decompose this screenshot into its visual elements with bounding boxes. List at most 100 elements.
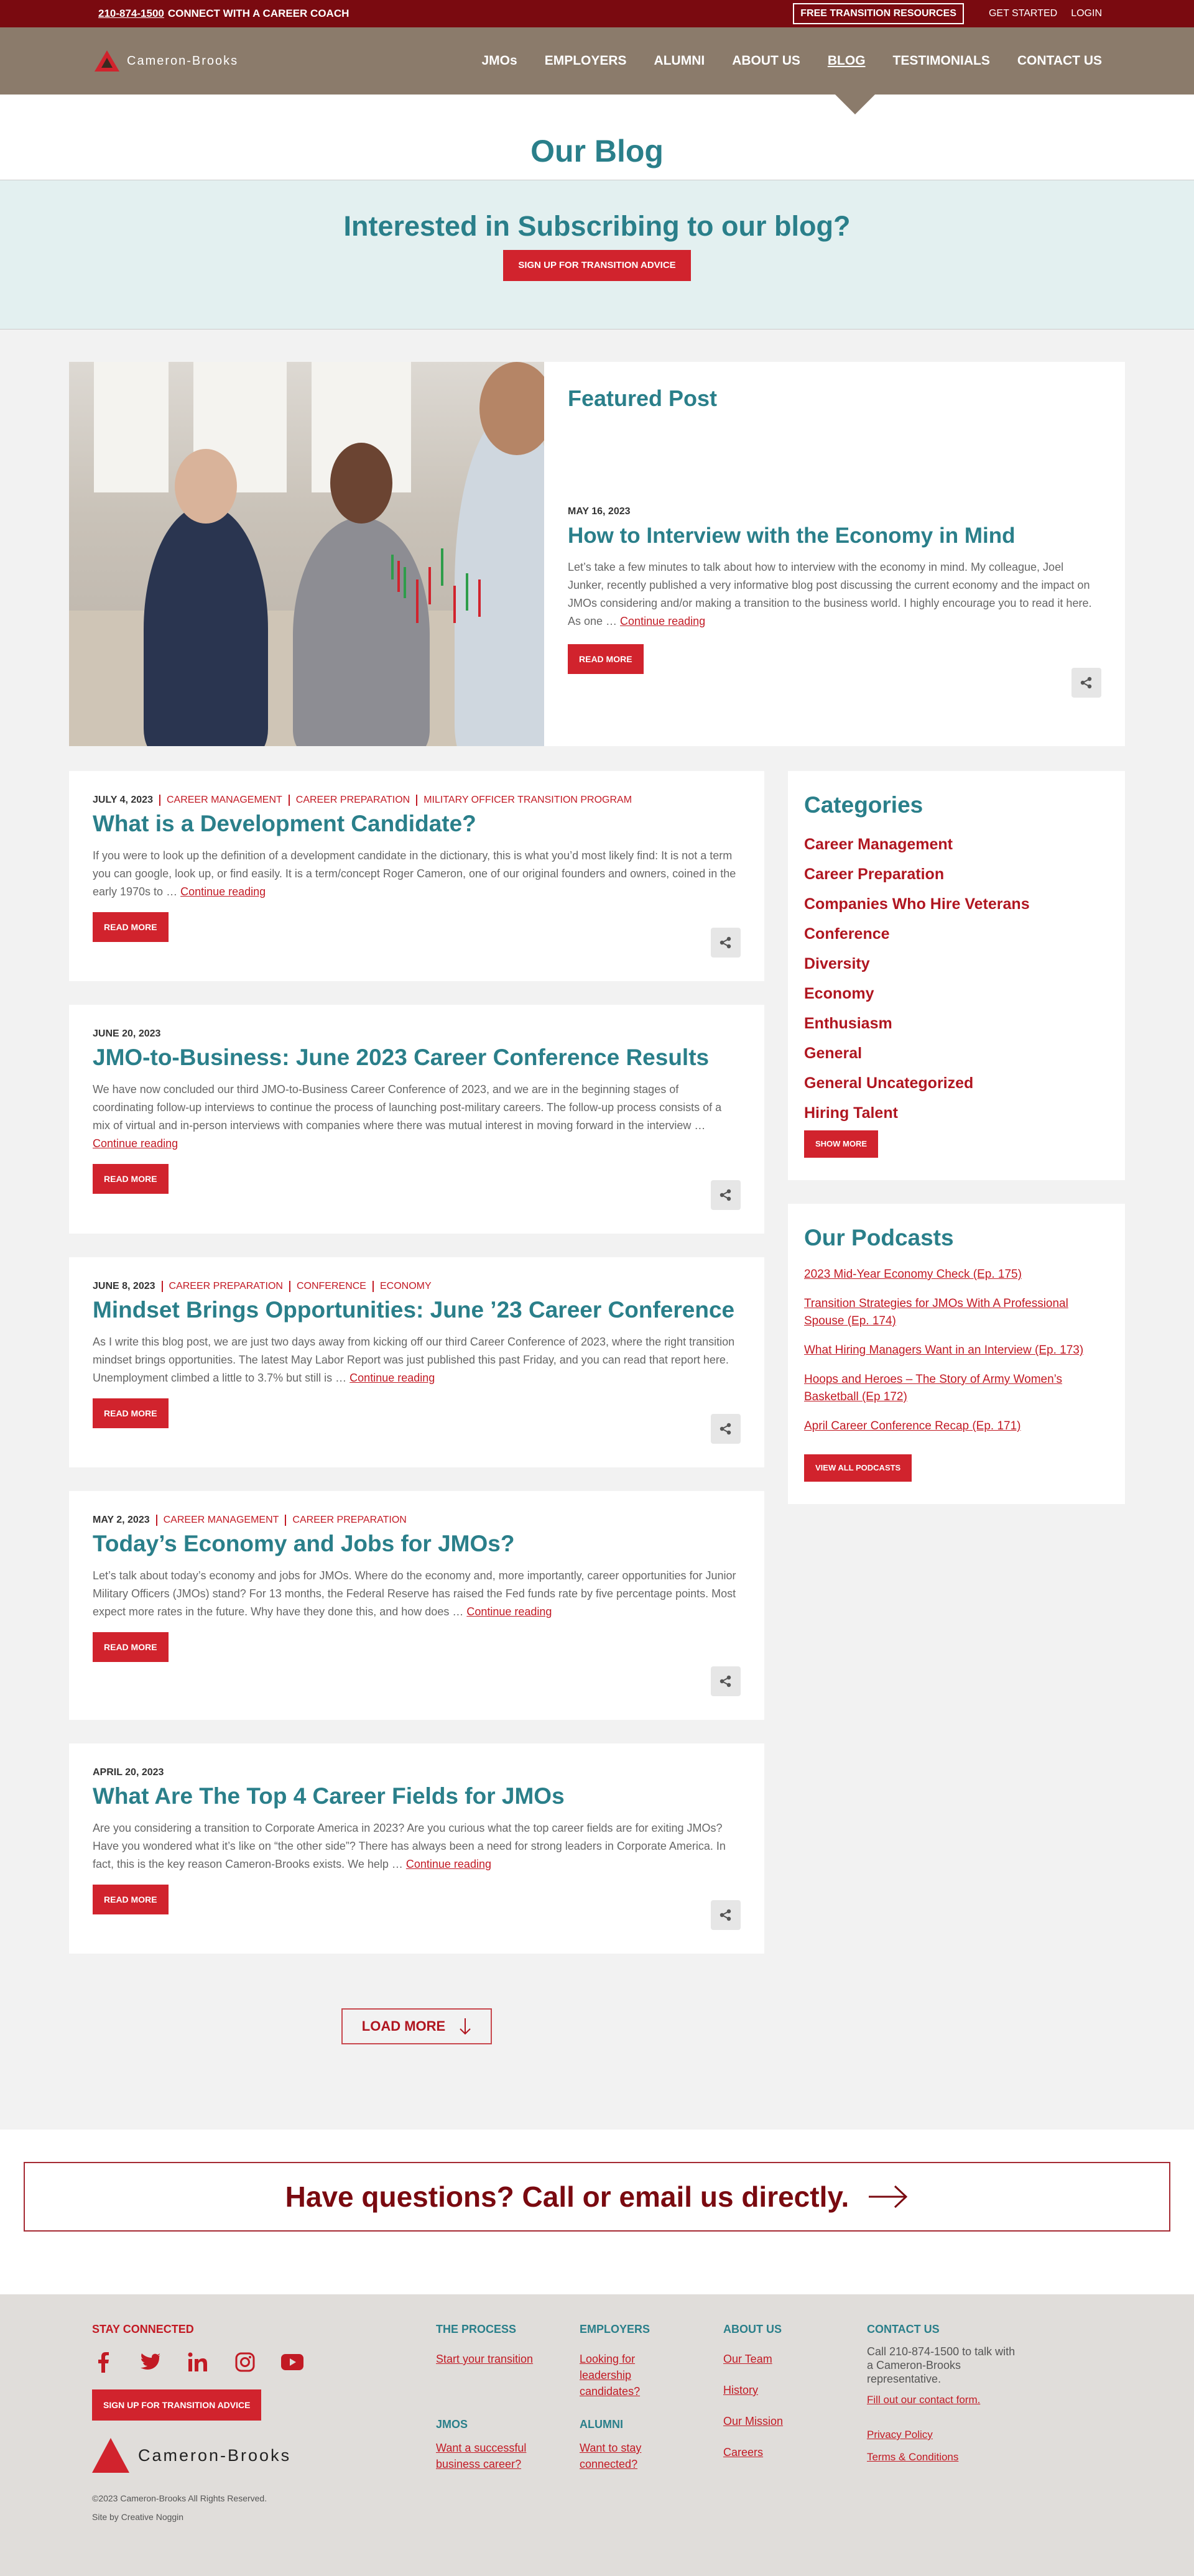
arrow-down-icon [460, 2018, 471, 2035]
our-mission-link[interactable]: Our Mission [723, 2413, 817, 2429]
read-more-button[interactable]: READ MORE [93, 1164, 169, 1194]
category-link[interactable]: Enthusiasm [804, 1009, 1109, 1038]
featured-read-more-button[interactable]: READ MORE [568, 644, 644, 674]
category-link[interactable]: Conference [804, 919, 1109, 949]
read-more-button[interactable]: READ MORE [93, 1885, 169, 1914]
post-continue-link[interactable]: Continue reading [180, 885, 266, 898]
footer-signup-button[interactable]: SIGN UP FOR TRANSITION ADVICE [92, 2389, 262, 2421]
alumni-link[interactable]: Want to stay connected? [580, 2440, 673, 2472]
login-link[interactable]: LOGIN [1071, 8, 1102, 19]
post-continue-link[interactable]: Continue reading [93, 1137, 178, 1150]
post-title[interactable]: Today’s Economy and Jobs for JMOs? [93, 1531, 741, 1557]
facebook-icon[interactable] [92, 2351, 114, 2373]
share-icon [720, 1189, 731, 1201]
post-category-link[interactable]: CAREER MANAGEMENT [159, 795, 282, 806]
post-title[interactable]: Mindset Brings Opportunities: June ’23 C… [93, 1297, 741, 1323]
footer-logo[interactable]: Cameron-Brooks [92, 2438, 353, 2473]
post-title[interactable]: What is a Development Candidate? [93, 811, 741, 837]
share-button[interactable] [711, 1180, 741, 1210]
coach-text[interactable]: CONNECT WITH A CAREER COACH [168, 7, 349, 20]
nav-item-alumni[interactable]: ALUMNI [654, 53, 705, 68]
share-button[interactable] [711, 1900, 741, 1930]
post-category-link[interactable]: CONFERENCE [289, 1281, 366, 1292]
post-category-link[interactable]: CAREER MANAGEMENT [155, 1515, 279, 1526]
post-meta: JUNE 8, 2023 CAREER PREPARATION CONFEREN… [93, 1281, 741, 1292]
post-title[interactable]: What Are The Top 4 Career Fields for JMO… [93, 1783, 741, 1809]
post-excerpt: Are you considering a transition to Corp… [93, 1819, 741, 1873]
site-logo[interactable]: Cameron-Brooks [95, 50, 238, 72]
social-icons [92, 2351, 353, 2373]
post-meta: JUNE 20, 2023 [93, 1028, 741, 1040]
subscribe-button[interactable]: SIGN UP FOR TRANSITION ADVICE [503, 250, 691, 281]
nav-item-about-us[interactable]: ABOUT US [732, 53, 800, 68]
podcast-link[interactable]: What Hiring Managers Want in an Intervie… [804, 1342, 1109, 1359]
podcast-link[interactable]: April Career Conference Recap (Ep. 171) [804, 1418, 1109, 1435]
footer-connect-column: STAY CONNECTED SIGN UP FOR TRANSITION AD… [92, 2323, 353, 2526]
post-continue-link[interactable]: Continue reading [406, 1858, 491, 1870]
category-link[interactable]: Economy [804, 979, 1109, 1009]
read-more-button[interactable]: READ MORE [93, 1398, 169, 1428]
share-button[interactable] [711, 1666, 741, 1696]
twitter-icon[interactable] [139, 2351, 162, 2373]
category-link[interactable]: Career Management [804, 829, 1109, 859]
post-continue-link[interactable]: Continue reading [466, 1605, 552, 1618]
category-link[interactable]: Companies Who Hire Veterans [804, 889, 1109, 919]
contact-cta-box[interactable]: Have questions? Call or email us directl… [24, 2162, 1170, 2232]
post-category-link[interactable]: CAREER PREPARATION [285, 1515, 407, 1526]
photo-chart-overlay [391, 548, 481, 623]
contact-form-link[interactable]: Fill out our contact form. [867, 2392, 1016, 2408]
category-link[interactable]: Diversity [804, 949, 1109, 979]
load-more-button[interactable]: LOAD MORE [341, 2008, 492, 2044]
post-continue-link[interactable]: Continue reading [349, 1372, 435, 1384]
phone-link[interactable]: 210-874-1500 [98, 7, 164, 20]
category-link[interactable]: Hiring Talent [804, 1098, 1109, 1128]
post-category-link[interactable]: CAREER PREPARATION [161, 1281, 283, 1292]
our-team-link[interactable]: Our Team [723, 2351, 817, 2367]
nav-item-employers[interactable]: EMPLOYERS [545, 53, 627, 68]
nav-item-testimonials[interactable]: TESTIMONIALS [893, 53, 990, 68]
youtube-icon[interactable] [281, 2351, 303, 2373]
post-excerpt-text: Let’s talk about today’s economy and job… [93, 1569, 736, 1618]
share-button[interactable] [711, 1414, 741, 1444]
post-list: JULY 4, 2023 CAREER MANAGEMENT CAREER PR… [69, 771, 764, 1977]
featured-post-content: Featured Post MAY 16, 2023 How to Interv… [544, 362, 1125, 746]
read-more-button[interactable]: READ MORE [93, 1632, 169, 1662]
nav-item-contact-us[interactable]: CONTACT US [1017, 53, 1102, 68]
careers-link[interactable]: Careers [723, 2444, 817, 2460]
post-category-link[interactable]: ECONOMY [372, 1281, 432, 1292]
jmos-link[interactable]: Want a successful business career? [436, 2440, 560, 2472]
category-link[interactable]: General [804, 1038, 1109, 1068]
load-more-label: LOAD MORE [361, 2018, 446, 2034]
featured-share-button[interactable] [1071, 668, 1101, 698]
nav-item-jmos[interactable]: JMOs [482, 53, 517, 68]
history-link[interactable]: History [723, 2382, 817, 2398]
featured-title[interactable]: How to Interview with the Economy in Min… [568, 524, 1101, 548]
post-title[interactable]: JMO-to-Business: June 2023 Career Confer… [93, 1045, 741, 1071]
post-date: JUNE 20, 2023 [93, 1028, 161, 1039]
category-link[interactable]: Career Preparation [804, 859, 1109, 889]
share-button[interactable] [711, 928, 741, 958]
podcast-link[interactable]: Transition Strategies for JMOs With A Pr… [804, 1295, 1109, 1330]
start-transition-link[interactable]: Start your transition [436, 2351, 560, 2367]
footer-logo-text: Cameron-Brooks [138, 2445, 292, 2465]
read-more-button[interactable]: READ MORE [93, 912, 169, 942]
post-category-link[interactable]: CAREER PREPARATION [288, 795, 410, 806]
podcast-link[interactable]: Hoops and Heroes – The Story of Army Wom… [804, 1371, 1109, 1406]
podcast-link[interactable]: 2023 Mid-Year Economy Check (Ep. 175) [804, 1266, 1109, 1283]
nav-item-blog[interactable]: BLOG [828, 53, 866, 68]
employers-link[interactable]: Looking for leadership candidates? [580, 2351, 673, 2399]
linkedin-icon[interactable] [187, 2351, 209, 2373]
footer-process-column: THE PROCESS Start your transition JMOS W… [436, 2323, 560, 2472]
privacy-policy-link[interactable]: Privacy Policy [867, 2427, 1016, 2443]
featured-continue-link[interactable]: Continue reading [620, 615, 705, 627]
view-all-podcasts-button[interactable]: VIEW ALL PODCASTS [804, 1454, 912, 1482]
show-more-button[interactable]: SHOW MORE [804, 1130, 879, 1158]
terms-link[interactable]: Terms & Conditions [867, 2449, 1016, 2465]
free-resources-button[interactable]: FREE TRANSITION RESOURCES [793, 3, 964, 24]
get-started-link[interactable]: GET STARTED [989, 8, 1057, 19]
instagram-icon[interactable] [234, 2351, 256, 2373]
post-category-link[interactable]: MILITARY OFFICER TRANSITION PROGRAM [416, 795, 632, 806]
featured-post-image[interactable] [69, 362, 544, 746]
post-card: JULY 4, 2023 CAREER MANAGEMENT CAREER PR… [69, 771, 764, 981]
category-link[interactable]: General Uncategorized [804, 1068, 1109, 1098]
